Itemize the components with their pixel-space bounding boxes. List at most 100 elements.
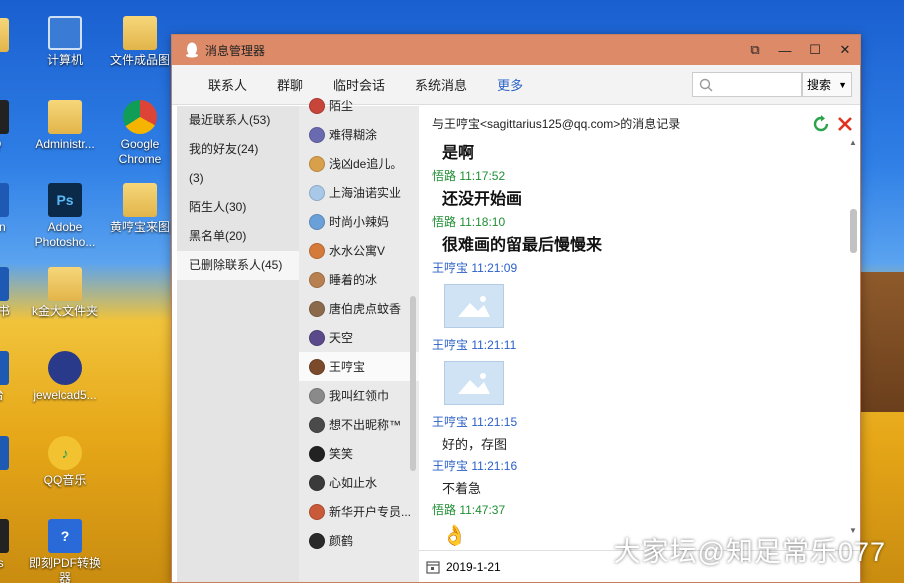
- desktop-icon-k-gold-folder[interactable]: k金大文件夹: [25, 267, 105, 319]
- group-item[interactable]: 黑名单(20): [177, 222, 299, 251]
- music-icon: ♪: [48, 436, 82, 470]
- message-list: 是啊 悟路 11:17:52 还没开始画 悟路 11:18:10 很难画的留最后慢慢来王…: [419, 142, 846, 550]
- app-icon: [0, 351, 9, 385]
- message-text: 是啊: [442, 145, 475, 162]
- message-text: 很难画的留最后慢慢来: [442, 237, 603, 254]
- desktop-icon-label: QQ音乐: [43, 473, 87, 487]
- close-button[interactable]: ✕: [830, 35, 860, 65]
- desktop-icon-label: Google Chrome: [118, 137, 162, 166]
- photoshop-icon: Ps: [48, 183, 82, 217]
- avatar: [309, 184, 325, 201]
- maximize-icon: ☐: [809, 42, 821, 57]
- chat-scrollbar[interactable]: ▲ ▼: [849, 138, 858, 535]
- image-placeholder-icon[interactable]: [444, 361, 504, 405]
- desktop-icon-chrome[interactable]: Google Chrome: [100, 100, 180, 167]
- contact-item[interactable]: 唐伯虎点蚊香: [299, 294, 419, 323]
- contact-list: 陌尘难得糊涂 浅凶de追儿。 上海油诺实业时尚小辣妈水水公寓V 睡着的冰唐伯虎点蚊香天…: [299, 97, 419, 582]
- desktop-icon-folder-finished[interactable]: 文件成品图: [100, 16, 180, 68]
- group-list: 最近联系人(53) 我的好友(24) (3) 陌生人(30) 黑名单(20) 已…: [177, 106, 299, 582]
- title-bar[interactable]: 消息管理器 ⧉ — ☐ ✕: [172, 35, 860, 65]
- contact-item[interactable]: 想不出昵称™: [299, 410, 419, 439]
- avatar: [309, 97, 325, 114]
- contact-item[interactable]: 上海油诺实业: [299, 178, 419, 207]
- contact-name: 时尚小辣妈: [329, 215, 390, 229]
- group-item[interactable]: 陌生人(30): [177, 193, 299, 222]
- contact-item[interactable]: 难得糊涂: [299, 120, 419, 149]
- image-placeholder-icon[interactable]: [444, 284, 504, 328]
- minimize-button[interactable]: —: [770, 35, 800, 65]
- tab-contacts[interactable]: 联系人: [208, 75, 247, 94]
- delete-record-icon[interactable]: [836, 115, 854, 133]
- contact-item[interactable]: 时尚小辣妈: [299, 207, 419, 236]
- contact-name: 我叫红领巾: [329, 389, 390, 403]
- group-item[interactable]: (3): [177, 164, 299, 193]
- tab-system-messages[interactable]: 系统消息: [415, 75, 467, 94]
- desktop-icon-jewelcad[interactable]: jewelcad5...: [25, 351, 105, 403]
- chat-scrollbar-thumb[interactable]: [850, 209, 857, 253]
- contact-item[interactable]: 新华开户专员...: [299, 497, 419, 526]
- group-item[interactable]: 我的好友(24): [177, 135, 299, 164]
- avatar: [309, 329, 325, 346]
- avatar: [309, 213, 325, 230]
- contact-name: 陌尘: [329, 99, 354, 113]
- folder-icon: [48, 267, 82, 301]
- contacts-scrollbar[interactable]: [410, 296, 416, 471]
- message-sender-time: 悟路 11:17:52: [432, 169, 506, 183]
- minimize-icon: —: [778, 42, 792, 58]
- contact-item[interactable]: 浅凶de追儿。: [299, 149, 419, 178]
- contact-item[interactable]: 睡着的冰: [299, 265, 419, 294]
- contact-name: 王哼宝: [329, 360, 366, 374]
- message-sender-time: 王哼宝 11:21:16: [432, 459, 518, 473]
- folder-icon: [123, 16, 157, 50]
- desktop-icon-photoshop[interactable]: Ps Adobe Photosho...: [25, 183, 105, 250]
- user-folder-icon: [48, 100, 82, 134]
- desktop-icon-administrator[interactable]: Administr...: [25, 100, 105, 152]
- avatar: [309, 358, 325, 375]
- restore-icon: ⧉: [750, 42, 760, 57]
- avatar: [309, 155, 325, 172]
- restore-button[interactable]: ⧉: [740, 35, 770, 65]
- refresh-icon[interactable]: [812, 115, 830, 133]
- message-text: 不着急: [442, 481, 482, 496]
- desktop-icon-qq-music[interactable]: ♪ QQ音乐: [25, 436, 105, 488]
- message-text: 好的，存图: [442, 437, 508, 452]
- contact-item[interactable]: 水水公寓V: [299, 236, 419, 265]
- search-button[interactable]: 搜索 ▼: [802, 72, 852, 97]
- desktop-icon-label: Adobe Photosho...: [34, 220, 96, 249]
- contact-item[interactable]: 笑笑: [299, 439, 419, 468]
- contact-item[interactable]: 心如止水: [299, 468, 419, 497]
- search-button-label: 搜索: [807, 78, 832, 92]
- pdf-converter-icon: ?: [48, 519, 82, 553]
- contact-item[interactable]: 我叫红领巾: [299, 381, 419, 410]
- contact-item[interactable]: 天空: [299, 323, 419, 352]
- avatar: [309, 532, 325, 549]
- app-icon: [0, 267, 9, 301]
- contact-item[interactable]: 王哼宝: [299, 352, 419, 381]
- avatar: [309, 445, 325, 462]
- desktop-icon-label: 黄哼宝来图: [109, 220, 170, 234]
- calendar-icon[interactable]: [426, 560, 440, 574]
- contact-name: 颜鹤: [329, 534, 354, 548]
- tab-more[interactable]: 更多: [497, 75, 523, 94]
- contact-item[interactable]: 颜鹤: [299, 526, 419, 555]
- search-input[interactable]: [692, 72, 802, 97]
- contact-name: 唐伯虎点蚊香: [329, 302, 402, 316]
- contact-name: 想不出昵称™: [329, 418, 402, 432]
- watermark: 大家坛@知足常乐077: [613, 537, 886, 567]
- group-item[interactable]: 已删除联系人(45): [177, 251, 299, 280]
- group-item[interactable]: 最近联系人(53): [177, 106, 299, 135]
- desktop-icon-label: k金大文件夹: [31, 304, 98, 318]
- message-sender-time: 王哼宝 11:21:11: [432, 338, 517, 352]
- message-sender-time: 王哼宝 11:21:09: [432, 261, 518, 275]
- desktop-icon-label: jewelcad5...: [33, 388, 97, 402]
- scroll-up-icon[interactable]: ▲: [849, 138, 857, 147]
- folder-icon: [0, 18, 9, 52]
- message-text: 还没开始画: [442, 191, 523, 208]
- contact-name: 笑笑: [329, 447, 354, 461]
- maximize-button[interactable]: ☐: [800, 35, 830, 65]
- contact-item[interactable]: 陌尘: [299, 91, 419, 120]
- desktop-icon-folder-huang[interactable]: 黄哼宝来图: [100, 183, 180, 235]
- avatar: [309, 503, 325, 520]
- desktop-icon-computer[interactable]: 计算机: [25, 16, 105, 68]
- desktop-icon-pdf-converter[interactable]: ? 即刻PDF转换器: [25, 519, 105, 583]
